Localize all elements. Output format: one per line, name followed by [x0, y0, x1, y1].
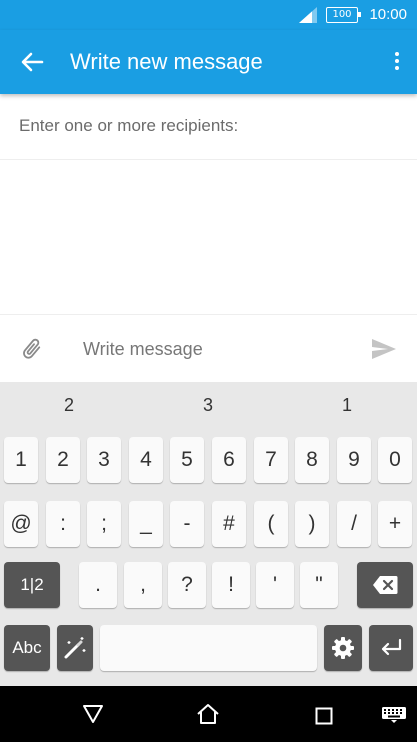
keyboard-icon[interactable] — [382, 707, 406, 723]
key[interactable]: ? — [168, 562, 206, 608]
spacebar[interactable] — [100, 625, 317, 671]
more-vert-icon[interactable] — [393, 50, 401, 74]
key[interactable]: 7 — [254, 437, 288, 483]
suggestion-item[interactable]: 1 — [342, 395, 352, 416]
key[interactable]: 8 — [295, 437, 329, 483]
key[interactable]: " — [300, 562, 338, 608]
suggestion-bar: 2 3 1 — [0, 382, 417, 428]
key[interactable]: ( — [254, 501, 288, 547]
keyboard: 2 3 1 1 2 3 4 5 6 7 8 9 0 @ : ; _ - # ( … — [0, 382, 417, 686]
enter-icon — [381, 638, 402, 656]
paperclip-icon[interactable] — [20, 337, 44, 361]
key[interactable]: ) — [295, 501, 329, 547]
key[interactable]: 2 — [46, 437, 80, 483]
key[interactable]: - — [170, 501, 204, 547]
back-triangle-icon[interactable] — [82, 704, 104, 724]
battery-indicator: 100 — [326, 7, 361, 23]
key[interactable]: : — [46, 501, 80, 547]
key[interactable]: ; — [87, 501, 121, 547]
key[interactable]: ! — [212, 562, 250, 608]
key[interactable]: # — [212, 501, 246, 547]
page-title: Write new message — [70, 49, 263, 74]
gear-icon — [332, 637, 354, 659]
key[interactable]: 6 — [212, 437, 246, 483]
key[interactable]: _ — [129, 501, 163, 547]
signal-icon — [299, 7, 317, 23]
arrow-back-icon[interactable] — [16, 46, 48, 78]
key[interactable]: , — [124, 562, 162, 608]
key[interactable]: 9 — [337, 437, 371, 483]
mode-switch-key[interactable]: 1|2 — [4, 562, 60, 608]
app-bar: Write new message — [0, 30, 417, 94]
magic-wand-icon — [64, 637, 86, 659]
key[interactable]: 0 — [378, 437, 412, 483]
settings-key[interactable] — [324, 625, 362, 671]
backspace-icon — [373, 576, 398, 594]
abc-key[interactable]: Abc — [4, 625, 50, 671]
key[interactable]: 3 — [87, 437, 121, 483]
key[interactable]: 1 — [4, 437, 38, 483]
key[interactable]: 4 — [129, 437, 163, 483]
recipient-input[interactable] — [19, 116, 399, 136]
message-input[interactable] — [83, 339, 353, 360]
compose-bar — [0, 314, 417, 382]
key[interactable]: / — [337, 501, 371, 547]
clock: 10:00 — [369, 6, 407, 23]
send-icon[interactable] — [371, 337, 397, 361]
recent-apps-icon[interactable] — [315, 707, 333, 725]
navigation-bar — [0, 686, 417, 742]
key[interactable]: + — [378, 501, 412, 547]
enter-key[interactable] — [369, 625, 413, 671]
suggestion-item[interactable]: 2 — [64, 395, 74, 416]
key[interactable]: ' — [256, 562, 294, 608]
magic-wand-key[interactable] — [57, 625, 93, 671]
key[interactable]: 5 — [170, 437, 204, 483]
recipient-row — [0, 94, 417, 160]
status-bar: 100 10:00 — [0, 0, 417, 30]
key[interactable]: . — [79, 562, 117, 608]
home-icon[interactable] — [196, 703, 220, 725]
backspace-key[interactable] — [357, 562, 413, 608]
suggestion-item[interactable]: 3 — [203, 395, 213, 416]
key[interactable]: @ — [4, 501, 38, 547]
